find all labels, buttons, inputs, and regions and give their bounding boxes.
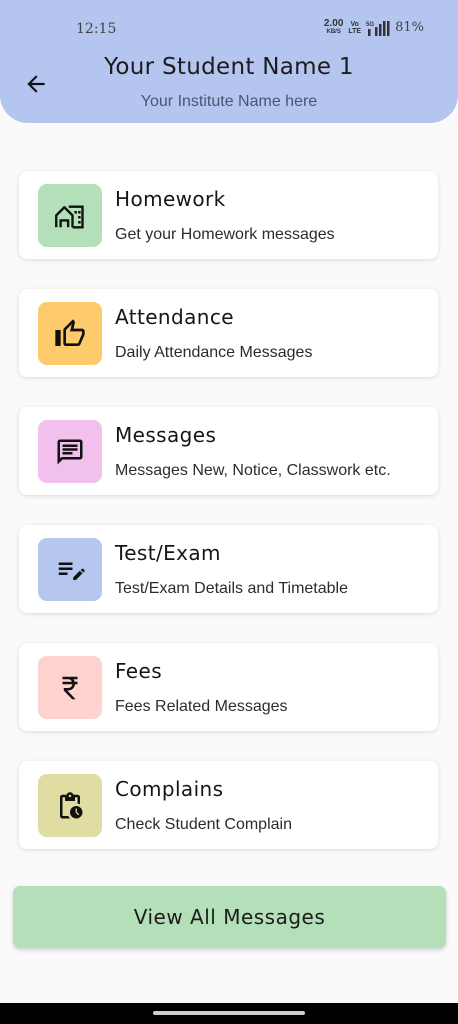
menu-card-homework[interactable]: Homework Get your Homework messages bbox=[19, 171, 438, 259]
card-description: Check Student Complain bbox=[115, 816, 292, 833]
system-navigation-bar bbox=[0, 1003, 458, 1024]
card-icon-box bbox=[38, 774, 102, 837]
clipboard-clock-icon bbox=[60, 791, 83, 818]
view-all-messages-button[interactable]: View All Messages bbox=[13, 886, 446, 948]
card-description: Test/Exam Details and Timetable bbox=[115, 580, 348, 597]
card-title: Test/Exam bbox=[115, 541, 221, 565]
menu-card-fees[interactable]: Fees Fees Related Messages bbox=[19, 643, 438, 731]
menu-card-test-exam[interactable]: Test/Exam Test/Exam Details and Timetabl… bbox=[19, 525, 438, 613]
menu-card-attendance[interactable]: Attendance Daily Attendance Messages bbox=[19, 289, 438, 377]
network-speed: 2.00 KB/S bbox=[324, 19, 343, 36]
card-title: Homework bbox=[115, 187, 226, 211]
rupee-icon bbox=[62, 676, 78, 699]
signal-icon: 5G bbox=[366, 20, 390, 36]
status-bar: 12:15 2.00 KB/S Vo LTE 5G 81% bbox=[0, 0, 458, 44]
card-icon-box bbox=[38, 420, 102, 483]
page-subtitle: Your Institute Name here bbox=[140, 93, 318, 110]
edit-notes-icon bbox=[58, 562, 85, 580]
card-title: Messages bbox=[115, 423, 217, 447]
card-description: Fees Related Messages bbox=[115, 698, 288, 715]
volte-icon: Vo LTE bbox=[348, 21, 361, 35]
card-icon-box bbox=[38, 302, 102, 365]
card-icon-box bbox=[38, 538, 102, 601]
status-time: 12:15 bbox=[76, 21, 117, 37]
card-icon-box bbox=[38, 184, 102, 247]
home-gesture-handle[interactable] bbox=[153, 1011, 305, 1015]
network-speed-unit: KB/S bbox=[326, 29, 341, 35]
home-work-icon bbox=[55, 204, 84, 228]
page-title: Your Student Name 1 bbox=[104, 54, 354, 80]
volte-bottom-label: LTE bbox=[348, 27, 362, 35]
card-icon-box bbox=[38, 656, 102, 719]
card-title: Complains bbox=[115, 777, 224, 801]
card-description: Messages New, Notice, Classwork etc. bbox=[115, 462, 391, 479]
network-speed-value: 2.00 bbox=[323, 18, 344, 29]
battery-percent: 81% bbox=[395, 20, 424, 35]
chat-icon bbox=[57, 439, 83, 464]
card-description: Get your Homework messages bbox=[115, 226, 335, 243]
network-type-label: 5G bbox=[366, 22, 374, 28]
menu-card-messages[interactable]: Messages Messages New, Notice, Classwork… bbox=[19, 407, 438, 495]
thumb-up-icon bbox=[55, 318, 85, 346]
card-description: Daily Attendance Messages bbox=[115, 344, 313, 361]
menu-card-complains[interactable]: Complains Check Student Complain bbox=[19, 761, 438, 849]
status-icons: 2.00 KB/S Vo LTE 5G 81% bbox=[324, 19, 424, 36]
card-title: Attendance bbox=[115, 305, 234, 329]
card-title: Fees bbox=[115, 659, 163, 683]
volte-top-label: Vo bbox=[350, 20, 359, 28]
